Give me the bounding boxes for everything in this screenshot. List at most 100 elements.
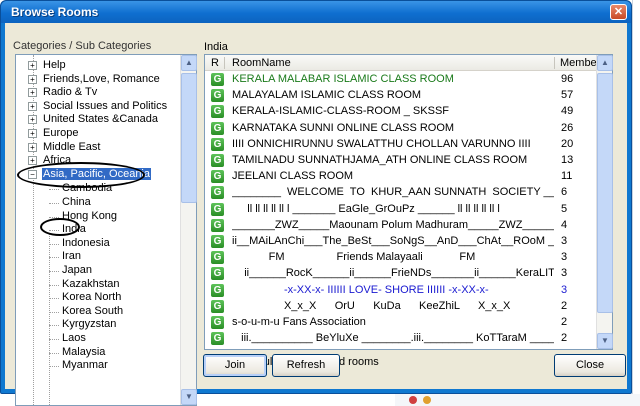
member-count: 13 [561, 154, 574, 166]
scroll-up-icon[interactable]: ▲ [597, 55, 613, 71]
column-divider[interactable] [554, 57, 555, 69]
room-row[interactable]: G IIII ONNICHIRUNNU SWALATTHU CHOLLAN VAR… [205, 137, 597, 152]
subcategory-label: Korea North [62, 291, 122, 304]
category-item[interactable]: + Middle East [28, 141, 101, 154]
member-count: 96 [561, 73, 574, 85]
subcategory-item[interactable]: China [61, 196, 92, 209]
room-name: s-o-u-m-u Fans Association [232, 316, 366, 328]
join-button[interactable]: Join [203, 354, 267, 377]
column-header-r[interactable]: R [211, 57, 219, 69]
background-window-bottom [395, 394, 640, 406]
room-row[interactable]: G -x-XX-x- IIIIII LOVE- SHORE IIIIII -x-… [205, 283, 597, 298]
room-type-icon: G [211, 202, 224, 216]
category-item[interactable]: + United States &Canada [28, 113, 159, 126]
room-row[interactable]: G _______ZWZ_____Maounam Polum Madhuram__… [205, 218, 597, 233]
room-row[interactable]: G ii______RocK______ii______FrieNDs_____… [205, 266, 597, 281]
room-type-icon: G [211, 235, 224, 248]
category-item[interactable]: + Friends,Love, Romance [28, 73, 161, 86]
region-title: India [204, 41, 228, 53]
subcategory-item[interactable]: Korea North [61, 291, 122, 304]
member-count: 4 [561, 218, 568, 231]
room-type-icon: G [211, 121, 224, 135]
room-row[interactable]: G KERALA-ISLAMIC-CLASS-ROOM _ SKSSF 49 [205, 104, 597, 119]
expand-icon[interactable]: + [28, 61, 37, 70]
member-count: 49 [561, 105, 574, 118]
close-window-button[interactable]: ✕ [610, 4, 627, 20]
browse-rooms-dialog: Browse Rooms ✕ Categories / Sub Categori… [0, 0, 632, 406]
room-row[interactable]: G FM Friends Malayaali FM 3 [205, 250, 597, 265]
refresh-button[interactable]: Refresh [272, 354, 340, 377]
room-type-icon: G [211, 186, 224, 200]
room-name: ii__MAiLAnChi___The_BeSt___SoNgS__AnD___… [232, 235, 554, 247]
room-type-icon: G [211, 154, 224, 167]
room-row[interactable]: G iii.__________ BeYluXe ________.iii.__… [205, 331, 597, 346]
tree-scrollbar[interactable]: ▲ ▼ [180, 55, 197, 405]
subcategory-item[interactable]: Laos [61, 332, 87, 345]
highlight-circle-annotation [40, 218, 80, 236]
tree-guide-line [49, 233, 50, 405]
category-label: Social Issues and Politics [43, 99, 168, 112]
room-row[interactable]: Gs-o-u-m-u Fans Association 2 [205, 315, 597, 330]
subcategory-item[interactable]: Japan [61, 264, 93, 277]
expand-icon[interactable]: + [28, 156, 37, 166]
subcategory-label: Laos [62, 332, 86, 344]
room-row[interactable]: G MALAYALAM ISLAMIC CLASS ROOM 57 [205, 88, 597, 103]
room-type-icon: G [211, 316, 224, 329]
tree-connector [49, 203, 59, 204]
subcategory-label: Japan [62, 264, 92, 276]
scroll-down-icon[interactable]: ▼ [597, 333, 613, 349]
tree-connector [49, 298, 59, 300]
column-divider[interactable] [224, 57, 225, 69]
tree-connector [49, 271, 59, 272]
room-type-icon: G [211, 251, 224, 265]
room-row[interactable]: G ________ WELCOME TO KHUR_AAN SUNNATH SO… [205, 185, 597, 200]
expand-icon[interactable]: + [28, 101, 37, 111]
subcategory-item[interactable]: Kazakhstan [61, 278, 120, 291]
room-row[interactable]: G KARNATAKA SUNNI ONLINE CLASS ROOM 26 [205, 121, 597, 136]
room-name: IIII ONNICHIRUNNU SWALATTHU CHOLLAN VARU… [232, 137, 531, 150]
room-list-scrollbar[interactable]: ▲ ▼ [596, 55, 613, 349]
subcategory-item[interactable]: Myanmar [61, 359, 109, 372]
tree-connector [49, 325, 59, 327]
subcategory-item[interactable]: Indonesia [61, 237, 111, 250]
room-row[interactable]: Gii__MAiLAnChi___The_BeSt___SoNgS__AnD__… [205, 234, 597, 249]
tree-connector [49, 311, 59, 313]
subcategory-item[interactable]: Malaysia [61, 346, 106, 359]
window-title: Browse Rooms [11, 5, 99, 19]
close-button[interactable]: Close [554, 354, 626, 377]
room-row[interactable]: G TAMILNADU SUNNATHJAMA_ATH ONLINE CLASS … [205, 153, 597, 168]
subcategory-label: Korea South [62, 304, 124, 317]
room-row[interactable]: G JEELANI CLASS ROOM 11 [205, 169, 597, 184]
column-header-roomname[interactable]: RoomName [232, 57, 291, 69]
room-name: TAMILNADU SUNNATHJAMA_ATH ONLINE CLASS R… [232, 154, 528, 166]
subcategory-item[interactable]: Korea South [61, 305, 124, 318]
subcategory-item[interactable]: Iran [61, 250, 82, 263]
expand-icon[interactable]: + [28, 142, 37, 152]
room-name: -x-XX-x- IIIIII LOVE- SHORE IIIIII -x-XX… [232, 283, 489, 296]
tree-connector [49, 366, 59, 368]
room-list: R RoomName Members G KERALA MALABAR ISLAM… [204, 54, 613, 350]
expand-icon[interactable]: + [28, 129, 37, 138]
scroll-thumb[interactable] [181, 73, 197, 203]
expand-icon[interactable]: + [28, 88, 37, 98]
subcategory-item[interactable]: Kyrgyzstan [61, 318, 117, 331]
category-item[interactable]: + Help [28, 59, 67, 72]
category-item[interactable]: + Radio & Tv [28, 86, 98, 99]
scroll-down-icon[interactable]: ▼ [181, 389, 197, 405]
category-label: Europe [43, 127, 79, 139]
room-name: X_x_X OrU KuDa KeeZhiL X_x_X [232, 299, 511, 312]
scroll-up-icon[interactable]: ▲ [181, 55, 197, 71]
expand-icon[interactable]: + [28, 115, 37, 125]
room-type-icon: G [211, 89, 224, 103]
room-row[interactable]: G ll ll ll ll ll l _______ EaGle_GrOuPz … [205, 202, 597, 217]
category-item[interactable]: + Social Issues and Politics [28, 100, 168, 113]
category-item[interactable]: + Europe [28, 127, 79, 140]
member-count: 11 [561, 170, 573, 183]
room-row[interactable]: G KERALA MALABAR ISLAMIC CLASS ROOM 96 [205, 72, 597, 87]
subcategory-label: Kazakhstan [62, 277, 120, 290]
expand-icon[interactable]: + [28, 74, 37, 84]
tree-connector [49, 243, 59, 245]
scroll-thumb[interactable] [597, 73, 613, 313]
room-row[interactable]: G X_x_X OrU KuDa KeeZhiL X_x_X 2 [205, 299, 597, 314]
room-name: iii.__________ BeYluXe ________.iii.____… [232, 332, 554, 345]
